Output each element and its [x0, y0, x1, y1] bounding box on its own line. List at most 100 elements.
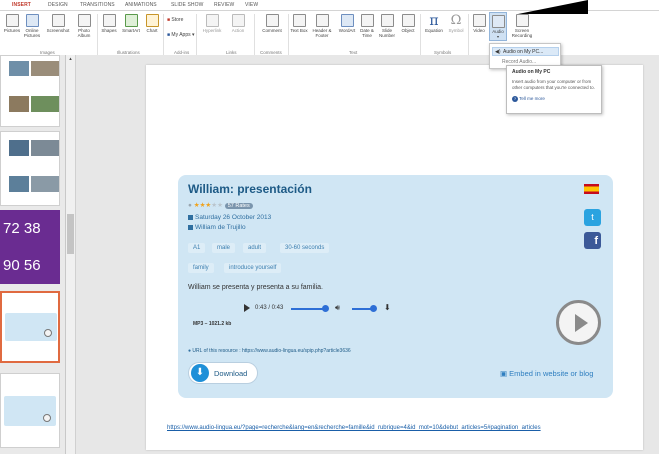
play-icon — [44, 329, 52, 337]
my-apps-button[interactable]: ■ My Apps ▾ — [167, 32, 195, 38]
tag-theme[interactable]: family — [188, 263, 214, 273]
thumbnail-scrollbar[interactable]: ▴ — [66, 55, 76, 454]
header-footer-button[interactable]: Header & Footer — [309, 14, 335, 38]
shapes-button[interactable]: Shapes — [99, 14, 119, 33]
star-icon[interactable]: ★ — [217, 202, 223, 209]
chevron-down-icon: ▾ — [496, 34, 499, 39]
header-footer-icon — [315, 14, 329, 27]
big-play-button[interactable] — [556, 300, 601, 345]
slide-thumbnail[interactable] — [0, 55, 60, 127]
thumb-numbers: 90 56 — [3, 257, 41, 274]
star-icons[interactable]: ★★★★★ — [194, 202, 223, 209]
resource-url[interactable]: ● URL of this resource : https://www.aud… — [188, 348, 351, 354]
smartart-button[interactable]: SmartArt — [119, 14, 143, 33]
video-icon — [472, 14, 486, 27]
audio-player[interactable]: 0:43 / 0:43 🔊︎ ⬇ — [231, 301, 403, 316]
volume-bar[interactable] — [352, 308, 372, 310]
thumb-photo — [31, 96, 59, 112]
tab-view[interactable]: VIEW — [245, 2, 258, 8]
card-author[interactable]: William de Trujillo — [188, 224, 246, 231]
object-button[interactable]: Object — [398, 14, 418, 33]
play-icon[interactable] — [244, 304, 250, 312]
action-button[interactable]: Action — [227, 14, 249, 33]
pagination-url-link[interactable]: https://www.audio-lingua.eu/?page=recher… — [167, 425, 541, 431]
slide-thumbnail[interactable]: 72 38 90 56 — [0, 210, 60, 284]
equation-button[interactable]: π Equation — [423, 14, 445, 33]
pictures-icon — [5, 14, 19, 27]
tag-level[interactable]: A1 — [188, 243, 206, 253]
slide-number-icon — [380, 14, 394, 27]
thumb-numbers: 72 38 — [3, 220, 41, 237]
tag-theme[interactable]: introduce yourself — [224, 263, 282, 273]
ribbon-separator — [420, 14, 421, 55]
slide-number-button[interactable]: Slide Number — [376, 14, 398, 38]
tags-row-2: family introduce yourself — [188, 263, 388, 273]
photo-album-button[interactable]: Photo Album — [73, 14, 95, 38]
tooltip-description: Insert audio from your computer or from … — [512, 79, 595, 90]
pictures-button[interactable]: Pictures — [2, 14, 22, 33]
action-icon — [231, 14, 245, 27]
embed-icon: ▣ — [500, 369, 510, 378]
ribbon-separator — [163, 14, 164, 55]
tags-row-1: A1 male adult 30-60 seconds — [188, 243, 388, 253]
slide-thumbnail[interactable] — [0, 373, 60, 448]
text-box-button[interactable]: Text Box — [290, 14, 308, 33]
wordart-button[interactable]: WordArt — [336, 14, 358, 33]
omega-icon: Ω — [450, 13, 462, 28]
symbol-button[interactable]: Ω Symbol — [446, 13, 466, 34]
rating-stars[interactable]: ● ★★★★★ 57 Rates — [188, 201, 253, 209]
tab-design[interactable]: DESIGN — [48, 2, 68, 8]
online-pictures-button[interactable]: Online Pictures — [22, 14, 42, 38]
rating-reset-icon[interactable]: ● — [188, 202, 192, 209]
scroll-up-icon[interactable]: ▴ — [67, 56, 74, 62]
date-time-button[interactable]: Date & Time — [358, 14, 376, 38]
ribbon-separator — [196, 14, 197, 55]
audio-button[interactable]: Audio ▾ — [489, 12, 507, 41]
object-icon — [401, 14, 415, 27]
card-description: William se presenta y presenta a su fami… — [188, 284, 323, 291]
screen-recording-button[interactable]: Screen Recording — [509, 14, 535, 38]
thumb-photo — [9, 61, 29, 76]
chart-button[interactable]: Chart — [143, 14, 161, 33]
volume-icon[interactable]: 🔊︎ — [335, 303, 340, 313]
thumb-photo — [31, 61, 59, 76]
tab-review[interactable]: REVIEW — [214, 2, 234, 8]
card-date: Saturday 26 October 2013 — [188, 214, 271, 221]
thumb-photo — [31, 140, 59, 156]
screenshot-button[interactable]: Screenshot — [44, 14, 72, 33]
progress-handle[interactable] — [322, 305, 329, 312]
menu-item-audio-on-my-pc[interactable]: ◀) Audio on My PC... — [492, 47, 559, 56]
scrollbar-thumb[interactable] — [67, 214, 74, 254]
progress-bar[interactable] — [291, 308, 324, 310]
facebook-icon[interactable]: f — [584, 232, 601, 249]
card-title: William: presentación — [188, 182, 312, 196]
slide-thumbnail-selected[interactable] — [0, 291, 60, 363]
thumb-photo — [9, 96, 29, 112]
download-icon[interactable]: ⬇ — [384, 303, 391, 312]
tag-age[interactable]: adult — [243, 243, 267, 253]
tab-animations[interactable]: ANIMATIONS — [125, 2, 157, 8]
tell-me-more-link[interactable]: ? Tell me more — [512, 96, 596, 102]
tab-transitions[interactable]: TRANSITIONS — [80, 2, 115, 8]
twitter-icon[interactable]: t — [584, 209, 601, 226]
volume-handle[interactable] — [370, 305, 377, 312]
tag-gender[interactable]: male — [212, 243, 236, 253]
hyperlink-button[interactable]: Hyperlink — [198, 14, 226, 33]
video-button[interactable]: Video — [470, 14, 488, 33]
tab-slide-show[interactable]: SLIDE SHOW — [171, 2, 203, 8]
tooltip: Audio on My PC Insert audio from your co… — [506, 65, 602, 114]
download-button[interactable]: ⬇ Download — [188, 362, 258, 384]
comment-button[interactable]: Comment — [257, 14, 287, 33]
player-time: 0:43 / 0:43 — [255, 305, 284, 311]
rates-badge: 57 Rates — [224, 203, 253, 209]
tag-duration[interactable]: 30-60 seconds — [280, 243, 330, 253]
speaker-icon: ◀) — [495, 49, 501, 55]
embed-link[interactable]: ▣ Embed in website or blog — [500, 369, 593, 378]
store-button[interactable]: ■ Store — [167, 17, 183, 23]
ribbon-separator — [254, 14, 255, 55]
tab-insert[interactable]: INSERT — [12, 2, 31, 8]
help-icon: ? — [512, 96, 518, 102]
slide-thumbnail[interactable] — [0, 131, 60, 206]
text-box-icon — [292, 14, 306, 27]
screen-recording-icon — [515, 14, 529, 27]
